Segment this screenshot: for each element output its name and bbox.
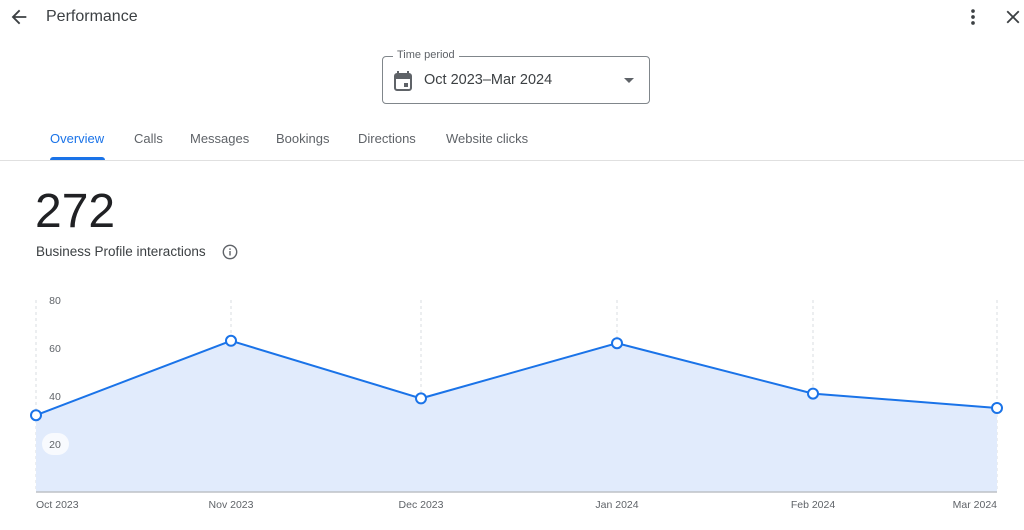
close-icon[interactable] <box>1002 6 1024 28</box>
data-point-jan-2024[interactable] <box>611 337 623 350</box>
tab-overview[interactable]: Overview <box>50 131 104 146</box>
info-icon[interactable] <box>222 244 238 260</box>
calendar-icon <box>394 71 412 91</box>
metric-label: Business Profile interactions <box>36 244 206 259</box>
x-tick-label: Oct 2023 <box>36 499 79 511</box>
tab-calls[interactable]: Calls <box>134 131 163 146</box>
arrow-drop-down-icon <box>624 78 634 83</box>
x-tick-label: Jan 2024 <box>595 499 638 511</box>
x-tick-label: Dec 2023 <box>399 499 444 511</box>
tab-directions[interactable]: Directions <box>358 131 416 146</box>
top-bar: Performance <box>0 0 1024 36</box>
x-tick-label: Feb 2024 <box>791 499 836 511</box>
data-point-feb-2024[interactable] <box>807 387 819 400</box>
data-point-dec-2023[interactable] <box>415 392 427 405</box>
tab-bookings[interactable]: Bookings <box>276 131 329 146</box>
total-interactions: 272 <box>35 185 116 238</box>
data-point-nov-2023[interactable] <box>225 334 237 347</box>
tab-website-clicks[interactable]: Website clicks <box>446 131 528 146</box>
x-tick-label: Mar 2024 <box>953 499 998 511</box>
page-title: Performance <box>46 8 138 25</box>
active-tab-indicator <box>50 157 105 160</box>
data-point-oct-2023[interactable] <box>30 409 42 422</box>
x-tick-label: Nov 2023 <box>209 499 254 511</box>
interactions-chart: 20 40 60 80 Oct 2023 Nov 2023 Dec 2023 Jan 202… <box>30 295 1003 511</box>
arrow-back-icon[interactable] <box>8 6 30 28</box>
y-tick-label: 80 <box>49 295 61 307</box>
y-tick-label: 40 <box>49 391 61 403</box>
time-period-select[interactable]: Time period Oct 2023–Mar 2024 <box>382 49 650 104</box>
tab-bar: Overview Calls Messages Bookings Directi… <box>0 120 1024 161</box>
time-period-value: Oct 2023–Mar 2024 <box>424 72 553 88</box>
y-tick-label: 60 <box>49 343 61 355</box>
more-vert-icon[interactable] <box>962 6 984 28</box>
y-tick-label: 20 <box>49 439 61 451</box>
chart-area-fill <box>36 340 997 492</box>
tab-messages[interactable]: Messages <box>190 131 249 146</box>
time-period-label: Time period <box>393 49 459 61</box>
data-point-mar-2024[interactable] <box>991 402 1003 414</box>
